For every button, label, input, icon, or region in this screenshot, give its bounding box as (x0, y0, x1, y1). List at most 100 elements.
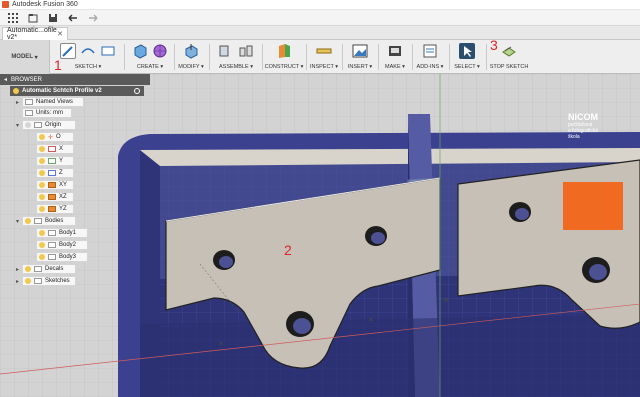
yz-plane-label: YZ (59, 206, 67, 212)
inspect-group[interactable]: INSPECT ▾ (308, 42, 340, 72)
browser-header[interactable]: ◂ BROWSER (0, 74, 150, 85)
visibility-bulb-icon[interactable] (39, 158, 45, 164)
measure-icon[interactable] (316, 43, 332, 59)
visibility-bulb-icon[interactable] (39, 206, 45, 212)
visibility-bulb-icon[interactable] (39, 134, 45, 140)
collapse-arrow-icon[interactable]: ▾ (16, 218, 19, 225)
visibility-bulb-icon[interactable] (39, 182, 45, 188)
insert-image-icon[interactable] (352, 43, 368, 59)
body2-node[interactable]: Body2 (36, 240, 88, 250)
xz-plane-node[interactable]: XZ (36, 192, 74, 202)
visibility-bulb-icon[interactable] (39, 170, 45, 176)
window-title: Autodesk Fusion 360 (12, 1, 78, 8)
named-views-label: Named Views (36, 99, 73, 105)
add-ins-label: ADD-INS (416, 64, 440, 70)
visibility-bulb-icon[interactable] (25, 266, 31, 272)
joint-icon[interactable] (238, 43, 254, 59)
redo-icon[interactable] (86, 12, 100, 24)
folder-icon (34, 218, 42, 224)
xy-plane-node[interactable]: XY (36, 180, 74, 190)
file-icon[interactable] (26, 12, 40, 24)
insert-group[interactable]: INSERT ▾ (345, 42, 375, 72)
x-axis-label: X (59, 146, 64, 152)
collapse-icon[interactable]: ◂ (4, 76, 7, 83)
offset-plane-icon[interactable] (276, 43, 292, 59)
origin-label: Origin (45, 122, 62, 128)
visibility-bulb-icon[interactable] (25, 278, 31, 284)
3d-print-icon[interactable] (387, 43, 403, 59)
save-icon[interactable] (46, 12, 60, 24)
units-node[interactable]: Units: mm (22, 108, 72, 118)
construct-label: CONSTRUCT (264, 64, 300, 70)
stop-sketch-label: STOP SKETCH (489, 64, 529, 70)
main-toolbar: MODEL ▾ SKETCH ▾ CREATE ▾ MODIFY ▾ ASSEM… (0, 40, 640, 74)
select-cursor-icon[interactable] (459, 43, 475, 59)
root-component-label: Automatic Schtch Profile v2 (22, 88, 102, 94)
collapse-arrow-icon[interactable]: ▾ (16, 122, 19, 129)
assemble-group[interactable]: ASSEMBLE ▾ (212, 42, 260, 72)
close-tab-icon[interactable]: ✕ (57, 30, 63, 38)
folder-icon (34, 278, 42, 284)
visibility-bulb-icon[interactable] (25, 218, 31, 224)
box-icon[interactable] (132, 43, 148, 59)
origin-point-node[interactable]: ✛ O (36, 132, 74, 142)
named-views-node[interactable]: Named Views (22, 97, 84, 107)
y-axis-node[interactable]: Y (36, 156, 74, 166)
toolbar-divider (486, 44, 487, 70)
x-axis-node[interactable]: X (36, 144, 74, 154)
annotation-number-one: 1 (54, 57, 62, 73)
document-tab-label: Automatic...ofile v2* (7, 27, 57, 41)
rectangle-icon[interactable] (100, 43, 116, 59)
undo-icon[interactable] (66, 12, 80, 24)
plane-icon (48, 194, 56, 200)
make-group[interactable]: MAKE ▾ (381, 42, 409, 72)
new-component-icon[interactable] (218, 43, 234, 59)
fusion-app-icon (2, 1, 9, 8)
visibility-bulb-icon[interactable] (39, 254, 45, 260)
origin-node[interactable]: Origin (22, 120, 76, 130)
toolbar-divider (209, 44, 210, 70)
nicom-logo-decal (563, 182, 623, 230)
visibility-bulb-icon[interactable] (13, 88, 19, 94)
sketch-label: SKETCH (74, 64, 97, 70)
sketch-group[interactable]: SKETCH ▾ (56, 42, 120, 72)
visibility-bulb-icon[interactable] (39, 230, 45, 236)
stop-sketch-icon[interactable] (501, 43, 517, 59)
create-sketch-icon[interactable] (60, 43, 76, 59)
form-sphere-icon[interactable] (152, 43, 168, 59)
activate-radio-icon[interactable] (134, 88, 140, 94)
line-icon[interactable] (80, 43, 96, 59)
expand-arrow-icon[interactable]: ▸ (16, 266, 19, 273)
toolbar-divider (174, 44, 175, 70)
construct-group[interactable]: CONSTRUCT ▾ (264, 42, 304, 72)
axis-icon (48, 158, 56, 164)
origin-point-icon: ✛ (48, 134, 54, 141)
scripts-icon[interactable] (422, 43, 438, 59)
visibility-bulb-icon[interactable] (39, 146, 45, 152)
press-pull-icon[interactable] (183, 43, 199, 59)
document-tab[interactable]: Automatic...ofile v2* ✕ (2, 27, 68, 41)
grid-menu-icon[interactable] (6, 12, 20, 24)
workspace-model-button[interactable]: MODEL ▾ (0, 40, 50, 74)
visibility-bulb-icon[interactable] (39, 242, 45, 248)
z-axis-node[interactable]: Z (36, 168, 74, 178)
yz-plane-node[interactable]: YZ (36, 204, 74, 214)
modify-group[interactable]: MODIFY ▾ (176, 42, 206, 72)
axis-icon (48, 170, 56, 176)
visibility-bulb-icon[interactable] (25, 122, 31, 128)
bodies-node[interactable]: Bodies (22, 216, 76, 226)
create-group[interactable]: CREATE ▾ (128, 42, 172, 72)
body3-node[interactable]: Body3 (36, 252, 88, 262)
units-label: Units: mm (36, 110, 63, 116)
root-component-node[interactable]: Automatic Schtch Profile v2 (10, 86, 144, 96)
select-group[interactable]: SELECT ▾ (451, 42, 483, 72)
sketches-node[interactable]: Sketches (22, 276, 76, 286)
expand-arrow-icon[interactable]: ▸ (16, 99, 19, 106)
decals-label: Decals (45, 266, 64, 272)
expand-arrow-icon[interactable]: ▸ (16, 278, 19, 285)
decals-node[interactable]: Decals (22, 264, 76, 274)
assemble-label: ASSEMBLE (219, 64, 249, 70)
visibility-bulb-icon[interactable] (39, 194, 45, 200)
add-ins-group[interactable]: ADD-INS ▾ (414, 42, 446, 72)
body1-node[interactable]: Body1 (36, 228, 88, 238)
